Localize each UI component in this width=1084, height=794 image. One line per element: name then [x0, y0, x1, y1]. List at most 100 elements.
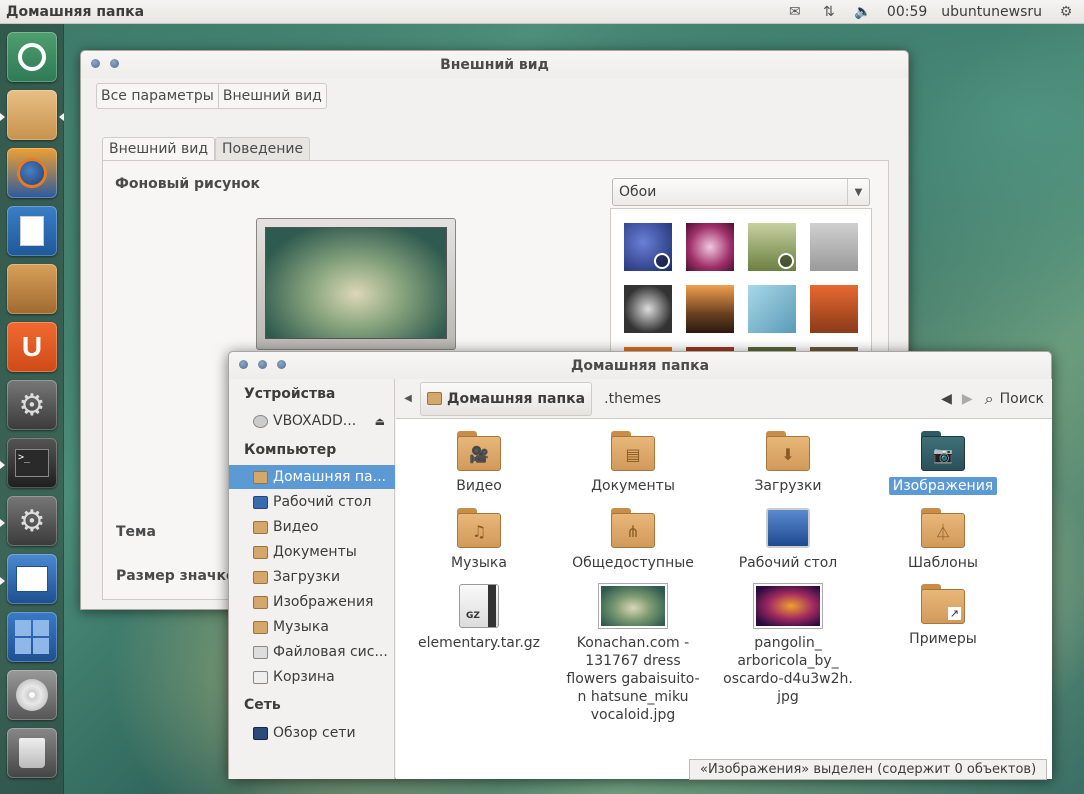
file-item-public[interactable]: ⋔ Общедоступные — [558, 508, 708, 572]
gear-icon[interactable]: ⚙ — [1056, 4, 1076, 20]
crumb-all-settings[interactable]: Все параметры — [97, 84, 219, 108]
disc-icon[interactable] — [7, 670, 57, 720]
sidebar-item-home[interactable]: Домашняя па... — [229, 465, 395, 489]
top-panel: Домашняя папка ✉ ⇅ 🔈 00:59 ubuntunewsru … — [0, 0, 1084, 24]
file-name: Примеры — [909, 631, 977, 647]
file-item-pictures[interactable]: 📷 Изображения — [868, 431, 1018, 495]
ubuntu-one-icon[interactable]: U — [7, 322, 57, 372]
sidebar-item-label: Файловая сис... — [273, 644, 388, 660]
appearance-icon[interactable] — [7, 554, 57, 604]
file-item-templates[interactable]: ⏃ Шаблоны — [868, 508, 1018, 572]
file-name: Видео — [456, 478, 502, 494]
image-thumbnail-icon — [754, 584, 822, 628]
maximize-button[interactable] — [277, 360, 286, 369]
path-button-themes[interactable]: .themes — [598, 382, 667, 416]
computer-header: Компьютер — [244, 442, 337, 458]
wallpaper-thumb[interactable] — [748, 285, 796, 333]
file-item-examples[interactable]: ↗ Примеры — [868, 584, 1018, 648]
sidebar-item-label: Видео — [273, 519, 319, 535]
back-icon[interactable]: ◀ — [941, 391, 952, 407]
share-folder-icon: ⋔ — [611, 508, 655, 548]
software-center-icon[interactable] — [7, 264, 57, 314]
wallpaper-thumb[interactable] — [686, 223, 734, 271]
file-manager-titlebar[interactable]: Домашняя папка — [229, 352, 1051, 379]
background-label: Фоновый рисунок — [115, 176, 261, 192]
file-item-documents[interactable]: ▤ Документы — [558, 431, 708, 495]
firefox-icon[interactable] — [7, 148, 57, 198]
wallpaper-source-select[interactable]: Обои ▼ — [612, 178, 870, 206]
wallpaper-grid — [610, 208, 872, 358]
dash-home-icon[interactable] — [7, 32, 57, 82]
status-bar: «Изображения» выделен (содержит 0 объект… — [689, 759, 1048, 780]
file-view: 🎥 Видео ▤ Документы ⬇ Загрузки 📷 Изображ… — [396, 419, 1052, 779]
minimize-button[interactable] — [110, 59, 119, 68]
home-folder-icon — [427, 392, 442, 405]
file-name: Рабочий стол — [738, 555, 838, 571]
sidebar-item-label: Домашняя па... — [273, 469, 386, 485]
eject-icon[interactable]: ⏏ — [375, 415, 385, 428]
file-item-music[interactable]: ♫ Музыка — [404, 508, 554, 572]
archive-icon: GZ — [459, 584, 499, 628]
sidebar-item-trash[interactable]: Корзина — [229, 665, 395, 689]
path-left-arrow-icon[interactable]: ◀ — [396, 393, 420, 404]
tab-behavior[interactable]: Поведение — [215, 137, 311, 160]
workspace-switcher-icon[interactable] — [7, 612, 57, 662]
minimize-button[interactable] — [258, 360, 267, 369]
file-name: Документы — [591, 478, 675, 494]
search-button[interactable]: Поиск — [1000, 391, 1044, 407]
file-name: Музыка — [451, 555, 507, 571]
sidebar-item-label: Загрузки — [273, 569, 341, 585]
active-window-title: Домашняя папка — [6, 3, 145, 20]
wallpaper-thumb[interactable] — [810, 223, 858, 271]
file-item-videos[interactable]: 🎥 Видео — [404, 431, 554, 495]
mail-icon[interactable]: ✉ — [785, 4, 805, 20]
file-item-desktop[interactable]: Рабочий стол — [713, 508, 863, 572]
appearance-titlebar[interactable]: Внешний вид — [81, 51, 908, 78]
path-button-label: Домашняя папка — [447, 390, 586, 407]
file-item-konachan[interactable]: Konachan.com - 131767 dress flowers gaba… — [558, 584, 708, 724]
path-button-home[interactable]: Домашняя папка — [420, 381, 593, 416]
crumb-appearance[interactable]: Внешний вид — [219, 84, 326, 108]
sidebar-item-desktop[interactable]: Рабочий стол — [229, 490, 395, 514]
sidebar-item-label: Корзина — [273, 669, 335, 685]
sidebar-item-network[interactable]: Обзор сети — [229, 721, 395, 745]
disc-icon — [253, 414, 268, 428]
writer-icon[interactable] — [7, 206, 57, 256]
trash-icon[interactable] — [7, 728, 57, 778]
forward-icon[interactable]: ▶ — [962, 391, 973, 407]
close-button[interactable] — [91, 59, 100, 68]
sidebar-item-filesystem[interactable]: Файловая сис... — [229, 640, 395, 664]
wallpaper-thumb[interactable] — [624, 285, 672, 333]
sidebar-item-documents[interactable]: Документы — [229, 540, 395, 564]
desktop-icon — [253, 495, 268, 509]
sidebar-item-label: Документы — [273, 544, 357, 560]
terminal-icon[interactable]: >_ — [7, 438, 57, 488]
user-menu[interactable]: ubuntunewsru — [941, 4, 1042, 20]
files-icon[interactable] — [7, 90, 57, 140]
volume-icon[interactable]: 🔈 — [853, 4, 873, 20]
wallpaper-thumb[interactable] — [748, 223, 796, 271]
tab-look[interactable]: Внешний вид — [102, 137, 216, 160]
sidebar-item-pictures[interactable]: Изображения — [229, 590, 395, 614]
wallpaper-thumb[interactable] — [810, 285, 858, 333]
network-icon[interactable]: ⇅ — [819, 4, 839, 20]
video-folder-icon: 🎥 — [457, 431, 501, 471]
sidebar-item-music[interactable]: Музыка — [229, 615, 395, 639]
sidebar-item-downloads[interactable]: Загрузки — [229, 565, 395, 589]
close-button[interactable] — [239, 360, 248, 369]
search-icon[interactable]: ⌕ — [985, 389, 994, 409]
file-item-archive[interactable]: GZ elementary.tar.gz — [404, 584, 554, 652]
wallpaper-thumb[interactable] — [686, 285, 734, 333]
chevron-down-icon: ▼ — [847, 179, 869, 205]
settings-icon[interactable]: ⚙ — [7, 380, 57, 430]
system-settings-icon[interactable]: ⚙ — [7, 496, 57, 546]
file-item-downloads[interactable]: ⬇ Загрузки — [713, 431, 863, 495]
wallpaper-thumb[interactable] — [624, 223, 672, 271]
sidebar-item-label: Рабочий стол — [273, 494, 372, 510]
sidebar-item-videos[interactable]: Видео — [229, 515, 395, 539]
file-item-pangolin[interactable]: pangolin_ arboricola_by_ oscardo-d4u3w2h… — [713, 584, 863, 706]
sidebar-item-vboxadd[interactable]: VBOXADD... ⏏ — [229, 409, 395, 433]
clock[interactable]: 00:59 — [887, 4, 927, 20]
templates-folder-icon: ⏃ — [921, 508, 965, 548]
music-folder-icon: ♫ — [457, 508, 501, 548]
